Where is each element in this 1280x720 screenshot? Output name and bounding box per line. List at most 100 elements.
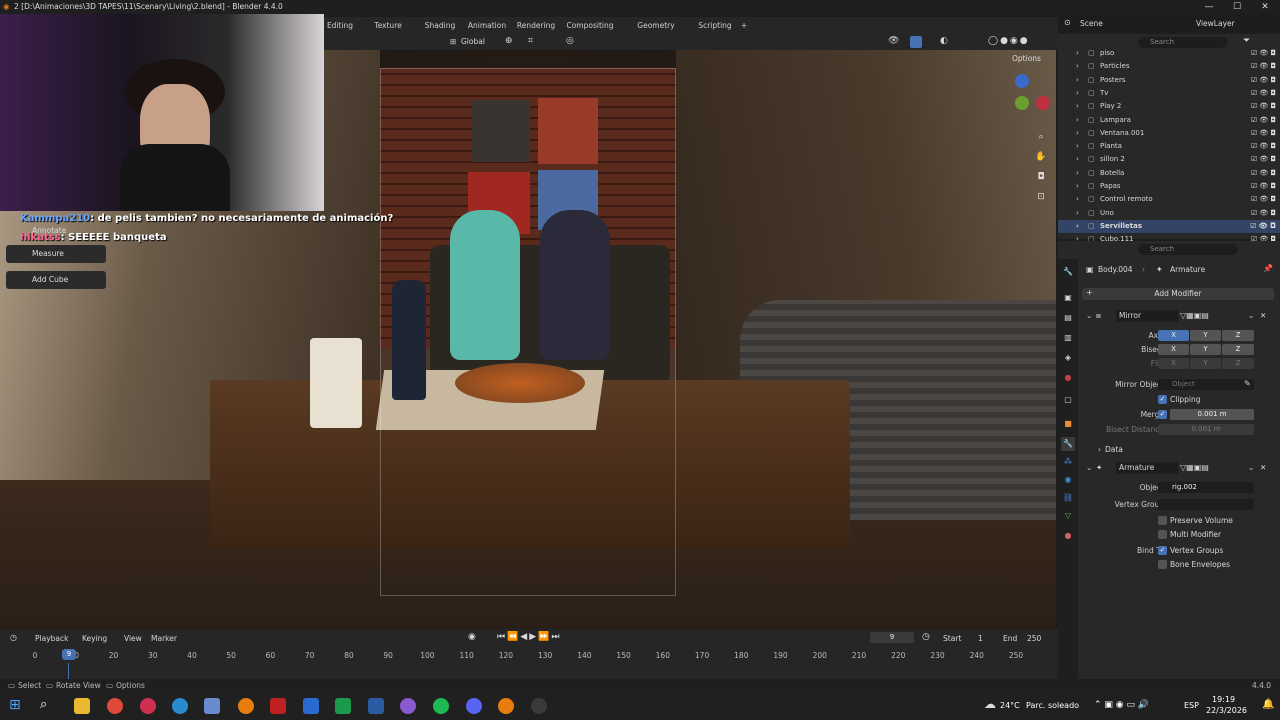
bone-envelopes-checkbox[interactable] (1158, 560, 1167, 569)
armature-toggles-icon[interactable]: ▽▦▣▤ (1180, 461, 1209, 475)
data-subpanel-chevron-icon[interactable]: › (1098, 445, 1101, 454)
expand-chevron-icon[interactable]: › (1076, 167, 1079, 180)
mirror-object-field[interactable]: Object (1158, 379, 1254, 390)
maximize-icon[interactable]: ☐ (1223, 0, 1251, 14)
expand-chevron-icon[interactable]: › (1076, 47, 1079, 60)
snap-icon[interactable]: ⌗ (528, 36, 533, 46)
pivot-icon[interactable]: ⊕ (505, 36, 513, 46)
remove-modifier-icon[interactable]: ✕ (1260, 309, 1266, 323)
outliner-row[interactable]: › ▢ Ventana.001 ☑ 👁 ◘ (1058, 127, 1280, 140)
file-explorer-icon[interactable] (74, 698, 90, 714)
expand-chevron-icon[interactable]: › (1076, 127, 1079, 140)
flip-z-toggle[interactable]: Z (1222, 358, 1254, 369)
preserve-volume-checkbox[interactable] (1158, 516, 1167, 525)
tool-add-cube[interactable]: Add Cube (6, 271, 106, 289)
armature-object-field[interactable]: rig.002 (1158, 482, 1254, 493)
render-tab-icon[interactable]: ▣ (1061, 291, 1075, 305)
obs-icon[interactable] (531, 698, 547, 714)
outliner-row[interactable]: › ▢ Papas ☑ 👁 ◘ (1058, 180, 1280, 193)
clock-date[interactable]: 22/3/2026 (1206, 706, 1247, 715)
outliner-row[interactable]: › ▢ piso ☑ 👁 ◘ (1058, 47, 1280, 60)
tab-scripting[interactable]: Scripting (697, 17, 733, 34)
shading-modes-icon[interactable]: ◯●◉● (988, 36, 1030, 46)
view-menu[interactable]: View (124, 634, 142, 643)
marker-menu[interactable]: Marker (151, 634, 177, 643)
constraints-tab-icon[interactable]: ⛓ (1061, 491, 1075, 505)
merge-checkbox[interactable]: ✓ (1158, 410, 1167, 419)
expand-chevron-icon[interactable]: › (1076, 180, 1079, 193)
tab-editing[interactable]: Editing (326, 17, 354, 34)
add-modifier-button[interactable]: Add Modifier (1082, 288, 1274, 300)
current-frame-field[interactable]: 9 (870, 632, 914, 643)
camera-view-icon[interactable]: ◘ (1034, 170, 1048, 184)
axis-gizmo-y[interactable] (1015, 96, 1029, 110)
mirror-name-field[interactable]: Mirror (1116, 310, 1178, 322)
start-frame-field[interactable]: 1 (978, 634, 983, 643)
dropdown-icon[interactable]: ⌄ (1248, 309, 1254, 323)
chrome-icon[interactable] (107, 698, 123, 714)
bisect-z-toggle[interactable]: Z (1222, 344, 1254, 355)
playhead-line[interactable] (68, 663, 69, 679)
visibility-toggles-icon[interactable]: ☑ 👁 ◘ (1251, 100, 1276, 113)
output-tab-icon[interactable]: ▤ (1061, 311, 1075, 325)
view-layer-select[interactable]: ViewLayer (1196, 19, 1235, 28)
zoom-icon[interactable]: ⌕ (1034, 130, 1048, 144)
bisect-x-toggle[interactable]: X (1158, 344, 1189, 355)
expand-chevron-icon[interactable]: › (1076, 114, 1079, 127)
chevron-down-icon[interactable]: ⌄ (1086, 461, 1092, 475)
gizmo-toggle-icon[interactable] (910, 36, 922, 48)
vertex-groups-checkbox[interactable]: ✓ (1158, 546, 1167, 555)
outliner-row[interactable]: › ▢ Lampara ☑ 👁 ◘ (1058, 114, 1280, 127)
outliner-row[interactable]: › ▢ Planta ☑ 👁 ◘ (1058, 140, 1280, 153)
outliner-row[interactable]: › ▢ Botella ☑ 👁 ◘ (1058, 167, 1280, 180)
properties-search-input[interactable]: Search (1138, 244, 1238, 255)
blender-taskbar-icon[interactable] (498, 698, 514, 714)
view-layer-tab-icon[interactable]: ▥ (1061, 331, 1075, 345)
weather-temp[interactable]: 24°C (1000, 701, 1020, 710)
end-frame-field[interactable]: 250 (1027, 634, 1041, 643)
mirror-modifier-header[interactable]: ⌄ ⧈ Mirror ▽▦▣▤ ⌄ ✕ (1084, 309, 1276, 323)
app-icon[interactable] (400, 698, 416, 714)
outliner-row[interactable]: › ▢ Particles ☑ 👁 ◘ (1058, 60, 1280, 73)
outliner-row[interactable]: › ▢ sillon 2 ☑ 👁 ◘ (1058, 153, 1280, 166)
axis-y-toggle[interactable]: Y (1190, 330, 1221, 341)
proportional-edit-icon[interactable]: ◎ (566, 36, 574, 46)
visibility-toggles-icon[interactable]: ☑ 👁 ◘ (1250, 220, 1276, 233)
axis-gizmo-x[interactable] (1036, 96, 1050, 110)
windows-start-icon[interactable]: ⊞ (9, 697, 21, 713)
outliner-row[interactable]: › ▢ Posters ☑ 👁 ◘ (1058, 74, 1280, 87)
expand-chevron-icon[interactable]: › (1076, 74, 1079, 87)
axis-z-toggle[interactable]: Z (1222, 330, 1254, 341)
world-tab-icon[interactable]: ● (1061, 371, 1075, 385)
pin-icon[interactable]: 📌 (1263, 264, 1273, 273)
close-icon[interactable]: ✕ (1251, 0, 1279, 14)
expand-chevron-icon[interactable]: › (1076, 207, 1079, 220)
material-tab-icon[interactable]: ● (1061, 529, 1075, 543)
visibility-icon[interactable]: 👁 (888, 36, 899, 46)
notifications-icon[interactable]: 🔔 (1262, 699, 1274, 710)
dropdown-icon[interactable]: ⌄ (1248, 461, 1254, 475)
expand-chevron-icon[interactable]: › (1076, 60, 1079, 73)
tab-rendering[interactable]: Rendering (516, 17, 556, 34)
blender-taskbar-icon[interactable] (238, 698, 254, 714)
app-icon[interactable] (303, 698, 319, 714)
visibility-toggles-icon[interactable]: ☑ 👁 ◘ (1251, 193, 1276, 206)
tab-animation[interactable]: Animation (466, 17, 508, 34)
playhead-marker[interactable]: 9 (62, 649, 76, 660)
object-tab-icon[interactable]: ■ (1061, 417, 1075, 431)
filter-icon[interactable]: ⏷ (1243, 36, 1250, 46)
expand-chevron-icon[interactable]: › (1076, 220, 1079, 233)
eyedropper-icon[interactable]: ✎ (1244, 379, 1251, 388)
data-subpanel-label[interactable]: Data (1105, 445, 1123, 454)
add-workspace-button[interactable]: + (738, 17, 750, 34)
expand-chevron-icon[interactable]: › (1076, 87, 1079, 100)
tool-tab-icon[interactable]: 🔧 (1061, 265, 1075, 279)
visibility-toggles-icon[interactable]: ☑ 👁 ◘ (1251, 127, 1276, 140)
edge-icon[interactable] (172, 698, 188, 714)
spotify-icon[interactable] (433, 698, 449, 714)
outliner-row[interactable]: › ▢ Servilletas ☑ 👁 ◘ (1058, 219, 1280, 234)
tray-icons[interactable]: ⌃ ▣ ◉ ▭ 🔊 (1094, 700, 1149, 710)
vertex-group-field[interactable] (1158, 499, 1254, 510)
mirror-toggles-icon[interactable]: ▽▦▣▤ (1180, 309, 1209, 323)
visibility-toggles-icon[interactable]: ☑ 👁 ◘ (1251, 207, 1276, 220)
